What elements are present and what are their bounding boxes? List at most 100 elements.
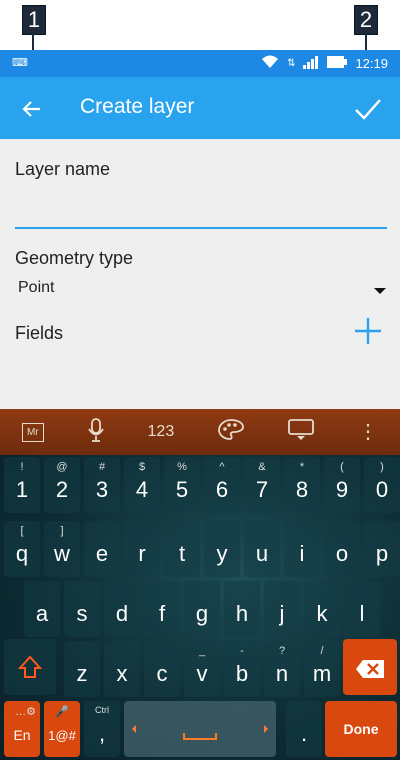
key-label: h — [235, 601, 249, 626]
key-j[interactable]: j — [264, 581, 300, 637]
space-bar[interactable] — [124, 701, 276, 757]
key-p[interactable]: p — [364, 521, 400, 577]
symbols-key[interactable]: 🎤 1@# — [44, 701, 80, 757]
layer-name-input[interactable] — [15, 189, 387, 227]
key-x[interactable]: x — [104, 641, 140, 697]
key-label: v — [196, 661, 208, 686]
key-label: 5 — [175, 477, 189, 502]
key-secondary-label: - — [240, 645, 244, 657]
key-9[interactable]: (9 — [324, 457, 360, 513]
key-label: i — [299, 541, 305, 566]
back-arrow-icon[interactable] — [18, 95, 46, 123]
key-f[interactable]: f — [144, 581, 180, 637]
key-b[interactable]: -b — [224, 641, 260, 697]
comma-key[interactable]: Ctrl , — [84, 701, 120, 757]
microphone-icon[interactable] — [87, 417, 104, 447]
key-secondary-label: [ — [20, 525, 24, 537]
annotation-marker-2: 2 — [354, 5, 378, 35]
app-bar: Create layer — [0, 77, 400, 139]
key-y[interactable]: y — [204, 521, 240, 577]
key-secondary-label: ! — [20, 461, 24, 473]
key-label: c — [156, 661, 168, 686]
key-z[interactable]: z — [64, 641, 100, 697]
key-label: 6 — [215, 477, 229, 502]
shift-arrow-icon — [4, 655, 56, 685]
key-c[interactable]: c — [144, 641, 180, 697]
key-label: g — [195, 601, 209, 626]
key-label: 7 — [255, 477, 269, 502]
key-secondary-label: * — [299, 461, 305, 473]
key-i[interactable]: i — [284, 521, 320, 577]
key-secondary-label: ? — [278, 645, 286, 657]
key-label: m — [312, 661, 332, 686]
key-g[interactable]: g — [184, 581, 220, 637]
key-label: 1 — [15, 477, 29, 502]
key-secondary-label: & — [258, 461, 266, 473]
fields-label: Fields — [15, 323, 64, 343]
key-secondary-label: ) — [380, 461, 384, 473]
key-secondary-label: ] — [60, 525, 64, 537]
key-v[interactable]: _ v — [184, 641, 220, 697]
key-o[interactable]: o — [324, 521, 360, 577]
status-bar: ⌨ ⇅ 12:19 — [0, 50, 400, 77]
done-key[interactable]: Done — [325, 701, 397, 757]
key-label: f — [158, 601, 166, 626]
add-field-icon[interactable] — [354, 317, 382, 345]
key-e[interactable]: e — [84, 521, 120, 577]
key-k[interactable]: k — [304, 581, 340, 637]
more-options-icon[interactable]: ⋮ — [358, 422, 378, 442]
key-label: l — [359, 601, 365, 626]
key-secondary-label: @ — [56, 461, 68, 473]
key-l[interactable]: l — [344, 581, 380, 637]
key-label: o — [335, 541, 349, 566]
key-t[interactable]: t — [164, 521, 200, 577]
shift-key[interactable] — [4, 639, 56, 695]
key-w[interactable]: ] w — [44, 521, 80, 577]
signal-icon — [303, 55, 319, 72]
key-label: 2 — [55, 477, 69, 502]
key-d[interactable]: d — [104, 581, 140, 637]
theme-palette-icon[interactable] — [218, 418, 245, 446]
key-label: n — [275, 661, 289, 686]
key-secondary-label: ^ — [219, 461, 225, 473]
dropdown-arrow-icon[interactable] — [374, 288, 386, 294]
period-key[interactable]: . — [286, 701, 322, 757]
key-label: t — [178, 541, 186, 566]
key-1[interactable]: ! 1 — [4, 457, 40, 513]
keyboard-hide-icon[interactable] — [288, 418, 314, 446]
key-q[interactable]: [q — [4, 521, 40, 577]
key-8[interactable]: * 8 — [284, 457, 320, 513]
key-s[interactable]: s — [64, 581, 100, 637]
data-arrows-icon: ⇅ — [287, 58, 296, 69]
key-r[interactable]: r — [124, 521, 160, 577]
key-secondary-label: ( — [340, 461, 344, 473]
numbers-toggle[interactable]: 123 — [148, 423, 175, 441]
key-label: s — [76, 601, 88, 626]
checkmark-icon[interactable] — [352, 93, 384, 125]
key-5[interactable]: % 5 — [164, 457, 200, 513]
key-3[interactable]: #3 — [84, 457, 120, 513]
create-layer-form: Layer name Geometry type Point Fields — [0, 139, 400, 409]
key-h[interactable]: h — [224, 581, 260, 637]
key-n[interactable]: ? n — [264, 641, 300, 697]
key-a[interactable]: a — [24, 581, 60, 637]
key-label: p — [375, 541, 389, 566]
backspace-key[interactable] — [343, 639, 397, 695]
mr-icon[interactable]: Mr — [21, 422, 44, 442]
key-secondary-label: _ — [198, 645, 206, 657]
key-2[interactable]: @2 — [44, 457, 80, 513]
layer-name-label: Layer name — [15, 159, 111, 179]
keyboard-toolbar: Mr 123 ⋮ — [0, 409, 400, 455]
geometry-type-select[interactable]: Point — [15, 273, 387, 303]
key-secondary-label: # — [98, 461, 106, 473]
key-0[interactable]: ) 0 — [364, 457, 400, 513]
key-m[interactable]: / m — [304, 641, 340, 697]
key-6[interactable]: ^ 6 — [204, 457, 240, 513]
wifi-icon — [261, 55, 279, 72]
key-label: 9 — [335, 477, 349, 502]
mic-small-icon: 🎤 — [55, 706, 69, 718]
language-key[interactable]: …⚙ En — [4, 701, 40, 757]
key-u[interactable]: u — [244, 521, 280, 577]
key-4[interactable]: $4 — [124, 457, 160, 513]
key-7[interactable]: & 7 — [244, 457, 280, 513]
